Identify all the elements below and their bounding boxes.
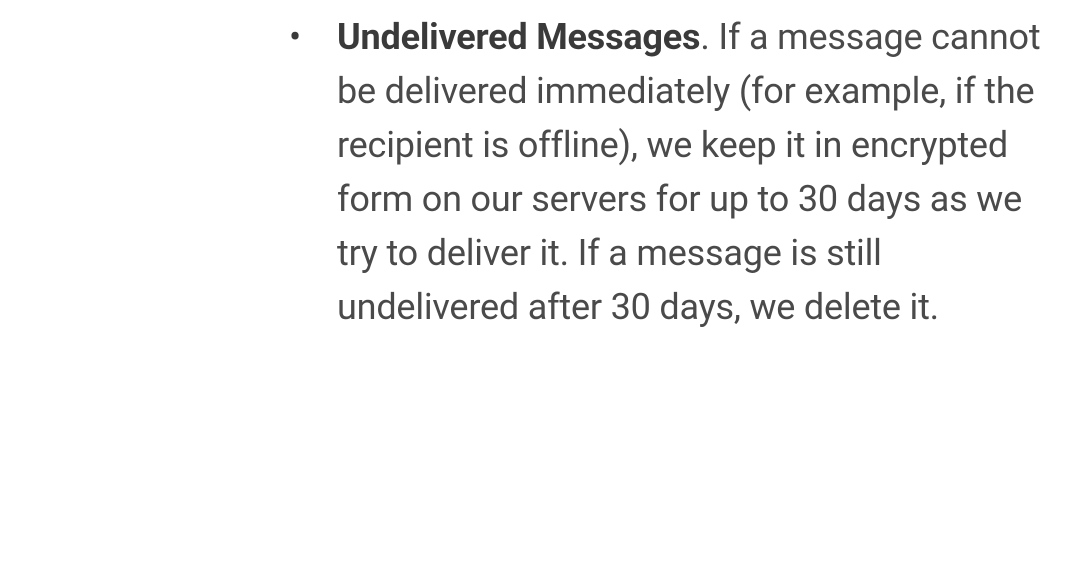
bullet-list: Undelivered Messages. If a message canno… [275, 10, 1060, 334]
list-item: Undelivered Messages. If a message canno… [275, 10, 1060, 334]
document-content: Undelivered Messages. If a message canno… [0, 0, 1080, 344]
list-item-title: Undelivered Messages [337, 16, 700, 58]
list-item-body: . If a message cannot be delivered immed… [337, 16, 1040, 328]
